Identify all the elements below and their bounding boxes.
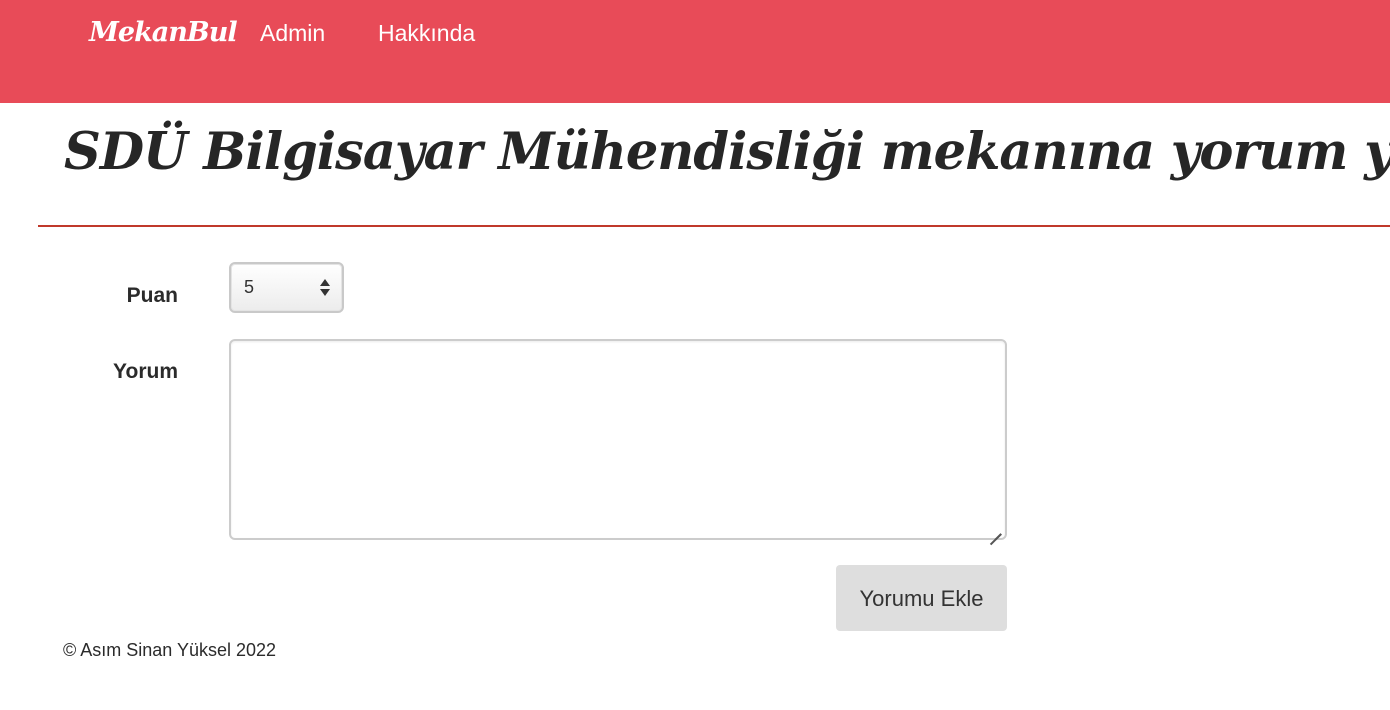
nav-link-about[interactable]: Hakkında (378, 20, 475, 47)
rating-select-value: 5 (244, 277, 255, 297)
footer-copyright: © Asım Sinan Yüksel 2022 (63, 640, 277, 660)
rating-label: Puan (126, 284, 178, 307)
title-divider (38, 225, 1390, 227)
select-arrows-icon (319, 276, 331, 298)
comment-textarea[interactable] (229, 339, 1007, 540)
page-title: SDÜ Bilgisayar Mühendisliği mekanına yor… (64, 122, 1390, 182)
rating-select[interactable]: 5 (229, 262, 344, 313)
navbar: MekanBul Admin Hakkında (0, 0, 1390, 103)
resize-handle-icon[interactable] (989, 522, 1001, 534)
brand-logo-link[interactable]: MekanBul (89, 17, 238, 48)
comment-label: Yorum (113, 360, 178, 383)
nav-link-admin[interactable]: Admin (260, 20, 325, 47)
add-comment-button[interactable]: Yorumu Ekle (836, 565, 1007, 631)
